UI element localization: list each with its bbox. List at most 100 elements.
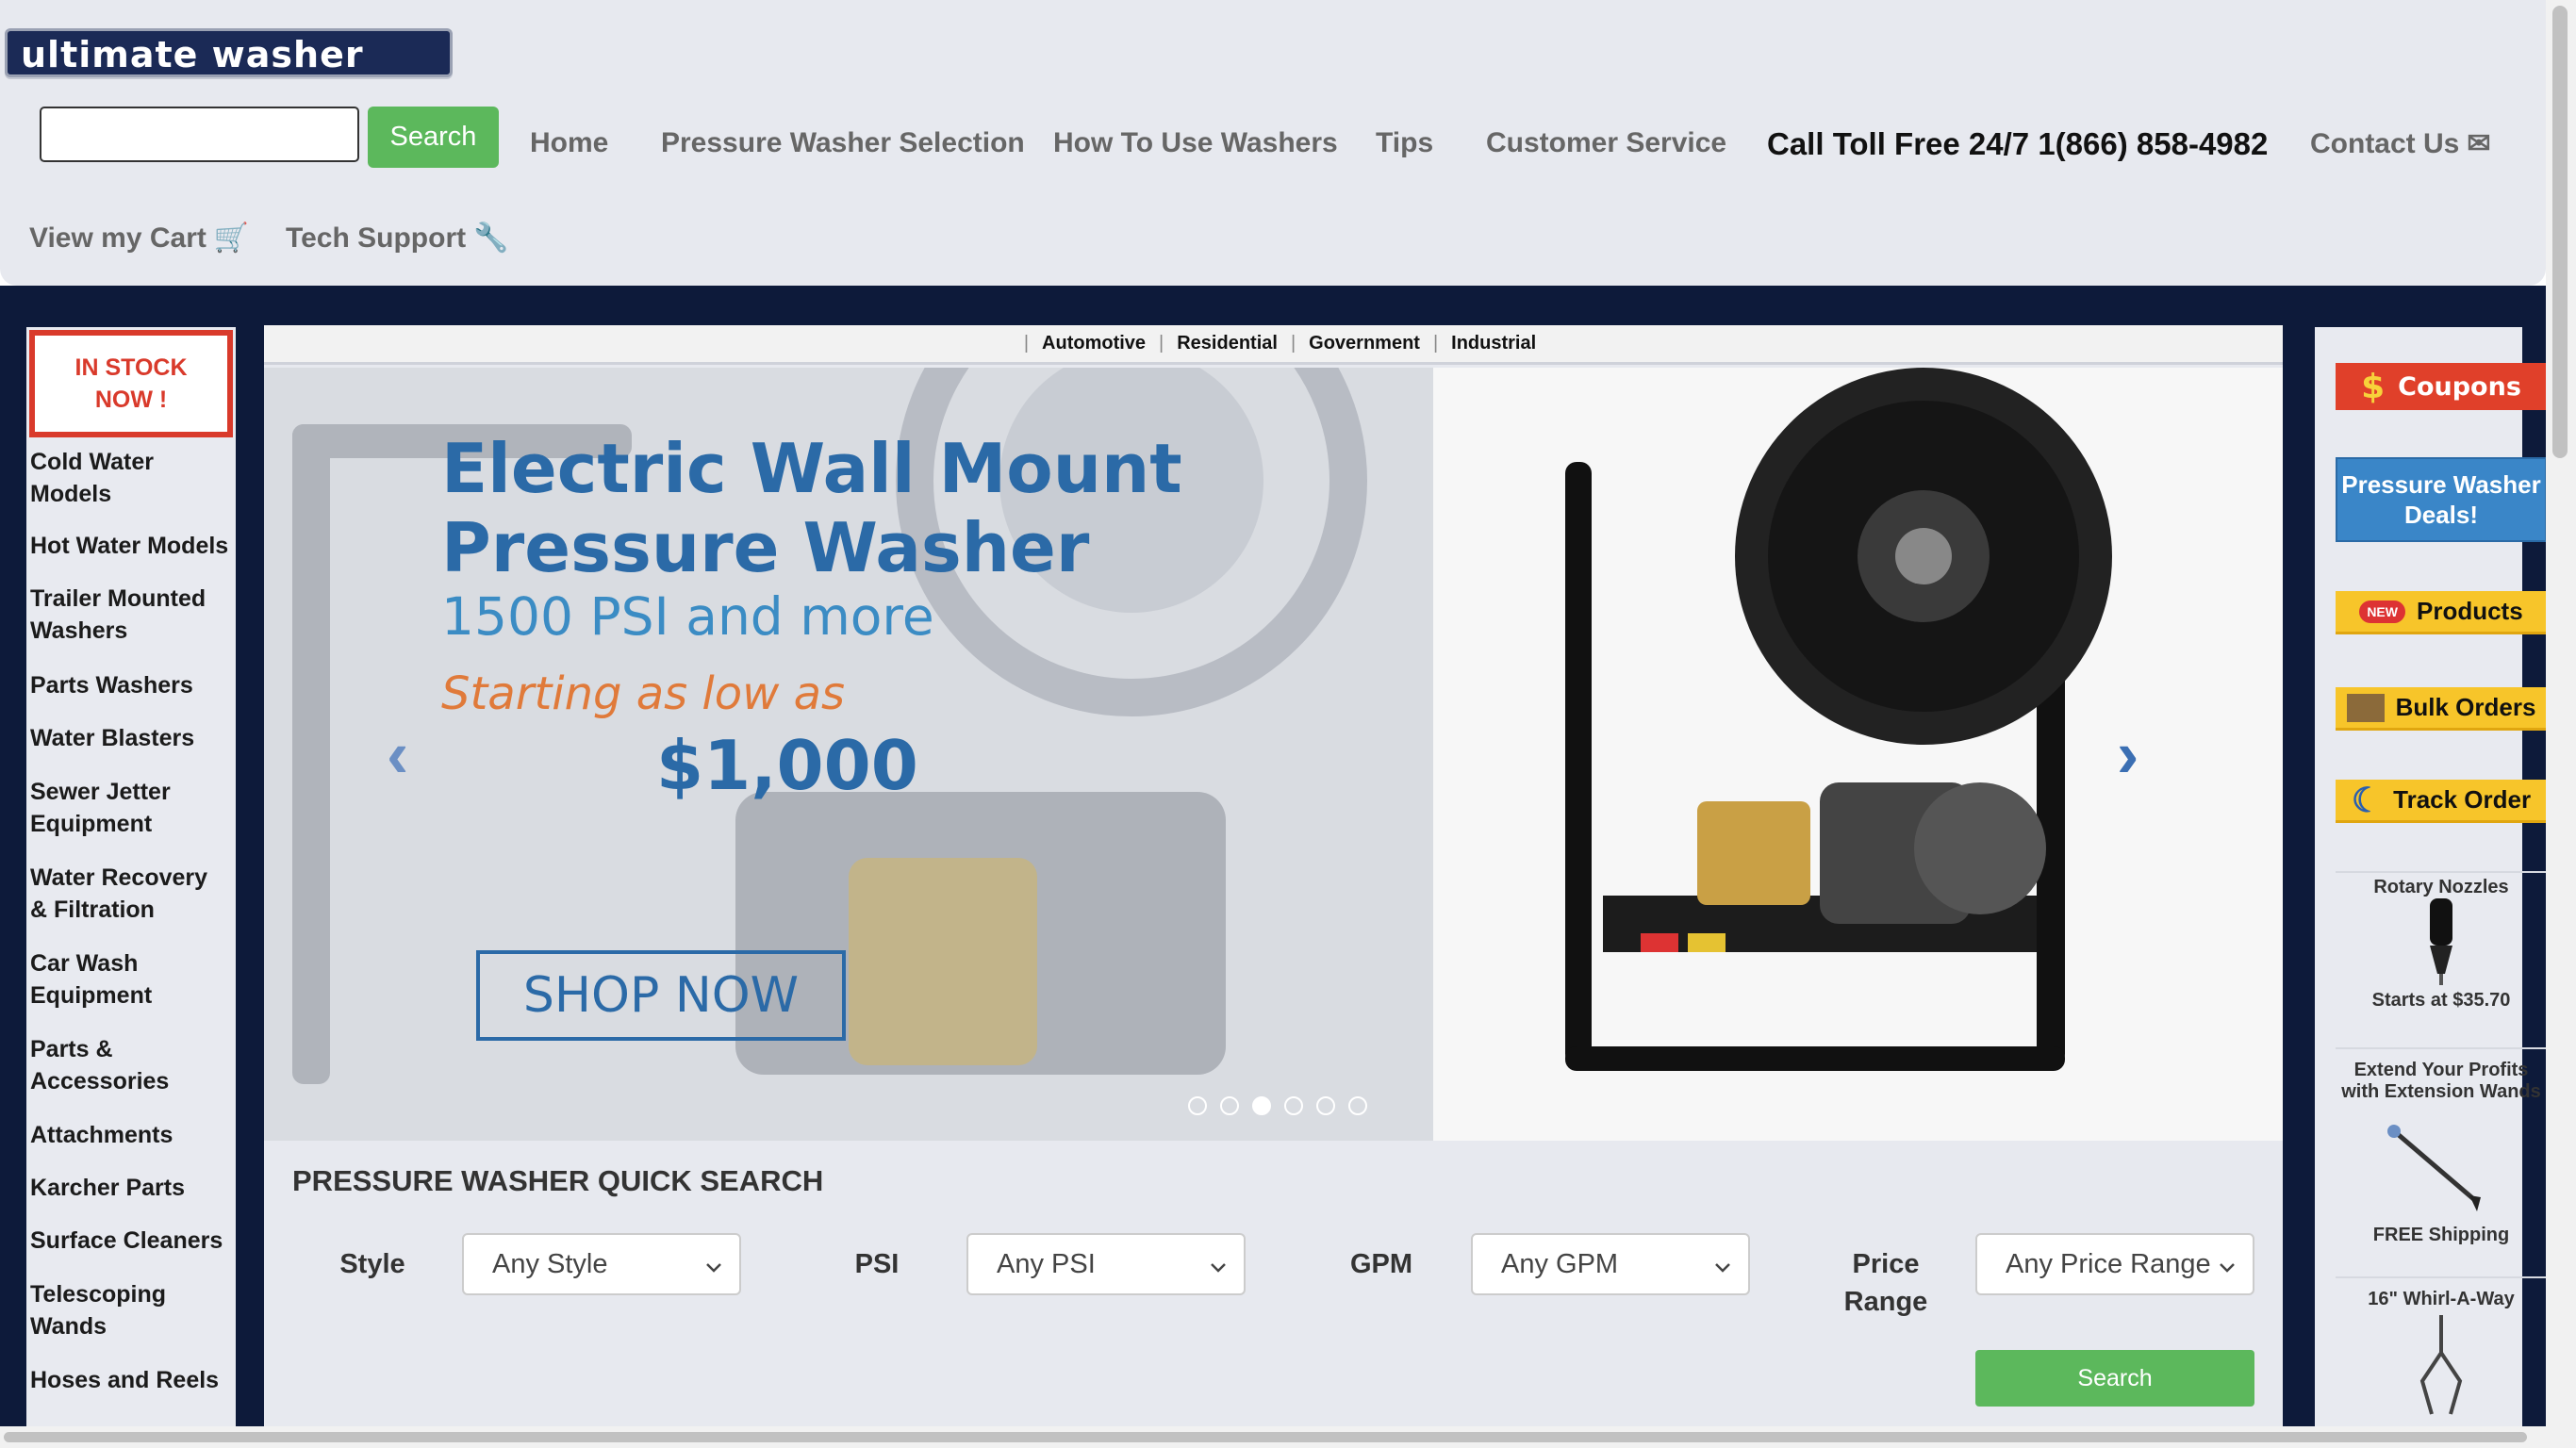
wrench-icon: 🔧 bbox=[473, 222, 509, 254]
left-sidebar: IN STOCK NOW ! Cold Water Models Hot Wat… bbox=[26, 327, 236, 1426]
sidebar-link-hoses-reels[interactable]: Hoses and Reels bbox=[30, 1364, 230, 1396]
sidebar-link-hot-water[interactable]: Hot Water Models bbox=[30, 530, 230, 562]
hero-subtitle: 1500 PSI and more bbox=[441, 586, 934, 647]
sidebar-link-car-wash[interactable]: Car Wash Equipment bbox=[30, 947, 230, 1012]
whirl-a-way-title[interactable]: 16" Whirl-A-Way bbox=[2336, 1289, 2547, 1310]
tech-support-label: Tech Support bbox=[286, 222, 467, 254]
carousel-dot[interactable] bbox=[1284, 1096, 1303, 1115]
right-sidebar: $ Coupons Pressure Washer Deals! NEW Pro… bbox=[2315, 327, 2547, 1426]
hero-title: Electric Wall Mount Pressure Washer bbox=[441, 429, 1182, 587]
chevron-down-icon bbox=[1712, 1254, 1733, 1285]
in-stock-banner[interactable]: IN STOCK NOW ! bbox=[29, 330, 233, 437]
whirl-a-way-image[interactable] bbox=[2403, 1315, 2479, 1419]
new-products-banner[interactable]: NEW Products bbox=[2336, 591, 2547, 634]
sidebar-link-sewer-jetter[interactable]: Sewer Jetter Equipment bbox=[30, 776, 230, 840]
next-slide-arrow-icon[interactable]: › bbox=[2117, 716, 2138, 792]
hero-carousel[interactable]: Electric Wall Mount Pressure Washer 1500… bbox=[264, 368, 2283, 1141]
track-order-banner[interactable]: ☾ Track Order bbox=[2336, 780, 2547, 823]
carousel-dot[interactable] bbox=[1252, 1096, 1271, 1115]
vertical-scrollbar-thumb[interactable] bbox=[2552, 6, 2568, 458]
rotary-nozzles-price: Starts at $35.70 bbox=[2371, 990, 2511, 1011]
main-content: | Automotive | Residential | Government … bbox=[264, 325, 2283, 1426]
divider bbox=[2336, 1276, 2547, 1278]
crates-icon bbox=[2346, 693, 2385, 722]
track-order-label: Track Order bbox=[2393, 785, 2532, 814]
nav-home[interactable]: Home bbox=[530, 127, 608, 159]
site-logo[interactable]: ultimate washer bbox=[5, 28, 453, 77]
nav-contact-us[interactable]: Contact Us ✉ bbox=[2310, 127, 2491, 160]
gpm-label: GPM bbox=[1349, 1249, 1413, 1279]
in-stock-label: IN STOCK NOW ! bbox=[74, 354, 188, 413]
extension-wands-shipping: FREE Shipping bbox=[2372, 1225, 2510, 1245]
sidebar-link-water-recovery[interactable]: Water Recovery & Filtration bbox=[30, 862, 230, 926]
carousel-dots bbox=[1188, 1096, 1367, 1115]
psi-select[interactable]: Any PSI bbox=[966, 1233, 1246, 1295]
chevron-down-icon bbox=[2217, 1254, 2237, 1285]
carousel-dot[interactable] bbox=[1348, 1096, 1367, 1115]
nav-pressure-washer-selection[interactable]: Pressure Washer Selection bbox=[661, 127, 1025, 159]
bulk-orders-label: Bulk Orders bbox=[2395, 693, 2536, 721]
carousel-dot[interactable] bbox=[1188, 1096, 1207, 1115]
category-separator: | bbox=[1023, 333, 1030, 354]
rotary-nozzle-image[interactable] bbox=[2420, 898, 2462, 987]
nav-tech-support[interactable]: Tech Support 🔧 bbox=[286, 222, 508, 255]
sidebar-link-water-blasters[interactable]: Water Blasters bbox=[30, 722, 230, 754]
quick-search-button[interactable]: Search bbox=[1975, 1350, 2254, 1407]
divider bbox=[2336, 871, 2547, 873]
price-range-label: Price Range bbox=[1843, 1249, 1928, 1317]
gpm-select-value: Any GPM bbox=[1501, 1248, 1619, 1279]
category-residential[interactable]: Residential bbox=[1177, 333, 1278, 354]
moon-icon: ☾ bbox=[2351, 780, 2383, 819]
psi-select-value: Any PSI bbox=[997, 1248, 1096, 1279]
cart-icon: 🛒 bbox=[213, 222, 250, 254]
horizontal-scrollbar-thumb[interactable] bbox=[4, 1432, 2527, 1442]
hero-price: $1,000 bbox=[656, 726, 918, 805]
gpm-select[interactable]: Any GPM bbox=[1471, 1233, 1750, 1295]
sidebar-link-parts-accessories[interactable]: Parts & Accessories bbox=[30, 1033, 230, 1097]
category-government[interactable]: Government bbox=[1309, 333, 1420, 354]
category-industrial[interactable]: Industrial bbox=[1451, 333, 1536, 354]
category-separator: | bbox=[1159, 333, 1164, 354]
category-separator: | bbox=[1432, 333, 1439, 354]
sidebar-link-surface-cleaners[interactable]: Surface Cleaners bbox=[30, 1225, 230, 1257]
products-label: Products bbox=[2416, 597, 2523, 625]
rotary-nozzles-title[interactable]: Rotary Nozzles bbox=[2336, 877, 2547, 898]
carousel-dot[interactable] bbox=[1316, 1096, 1335, 1115]
deals-banner[interactable]: Pressure Washer Deals! bbox=[2336, 457, 2547, 542]
sidebar-link-attachments[interactable]: Attachments bbox=[30, 1119, 230, 1151]
nav-customer-service[interactable]: Customer Service bbox=[1486, 127, 1726, 159]
new-badge: NEW bbox=[2359, 600, 2405, 623]
sidebar-link-trailer-mounted[interactable]: Trailer Mounted Washers bbox=[30, 583, 230, 647]
nav-how-to-use-washers[interactable]: How To Use Washers bbox=[1053, 127, 1338, 159]
psi-label: PSI bbox=[854, 1249, 900, 1279]
extension-wands-title[interactable]: Extend Your Profits with Extension Wands bbox=[2336, 1060, 2547, 1103]
sidebar-link-telescoping-wands[interactable]: Telescoping Wands bbox=[30, 1278, 230, 1342]
shop-now-button[interactable]: SHOP NOW bbox=[476, 950, 846, 1041]
sidebar-link-karcher-parts[interactable]: Karcher Parts bbox=[30, 1172, 230, 1204]
search-button[interactable]: Search bbox=[368, 107, 499, 168]
chevron-down-icon bbox=[703, 1254, 724, 1285]
bulk-orders-banner[interactable]: Bulk Orders bbox=[2336, 687, 2547, 731]
nav-view-cart[interactable]: View my Cart 🛒 bbox=[29, 222, 249, 255]
style-label: Style bbox=[339, 1249, 405, 1279]
envelope-icon: ✉ bbox=[2467, 128, 2491, 159]
cart-label: View my Cart bbox=[29, 222, 206, 254]
style-select[interactable]: Any Style bbox=[462, 1233, 741, 1295]
site-header: ultimate washer Search Home Pressure Was… bbox=[0, 0, 2546, 286]
phone-number[interactable]: Call Toll Free 24/7 1(866) 858-4982 bbox=[1767, 126, 2268, 162]
prev-slide-arrow-icon[interactable]: ‹ bbox=[387, 716, 408, 792]
category-bar: | Automotive | Residential | Government … bbox=[264, 325, 2283, 365]
chevron-down-icon bbox=[1208, 1254, 1229, 1285]
carousel-dot[interactable] bbox=[1220, 1096, 1239, 1115]
search-input[interactable] bbox=[40, 107, 359, 162]
sidebar-link-cold-water[interactable]: Cold Water Models bbox=[30, 446, 230, 510]
nav-tips[interactable]: Tips bbox=[1376, 127, 1433, 159]
category-automotive[interactable]: Automotive bbox=[1042, 333, 1146, 354]
coupons-banner[interactable]: $ Coupons bbox=[2336, 363, 2547, 410]
price-range-select[interactable]: Any Price Range bbox=[1975, 1233, 2254, 1295]
sidebar-link-parts-washers[interactable]: Parts Washers bbox=[30, 669, 230, 701]
extension-wand-image[interactable] bbox=[2383, 1122, 2486, 1216]
quick-search-title: PRESSURE WASHER QUICK SEARCH bbox=[292, 1164, 824, 1197]
style-select-value: Any Style bbox=[492, 1248, 608, 1279]
price-range-select-value: Any Price Range bbox=[2006, 1248, 2211, 1279]
